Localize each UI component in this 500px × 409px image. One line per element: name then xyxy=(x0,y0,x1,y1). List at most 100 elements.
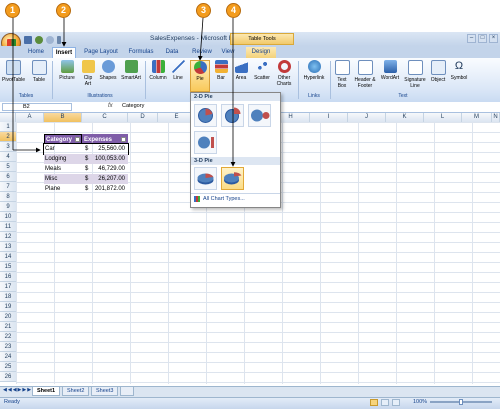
table-header-category[interactable]: Category xyxy=(44,134,82,144)
tab-formulas[interactable]: Formulas xyxy=(126,47,156,58)
page-layout-view-icon[interactable] xyxy=(381,399,389,406)
row-header[interactable]: 17 xyxy=(0,282,16,292)
row-header[interactable]: 7 xyxy=(0,182,16,192)
symbol-button[interactable]: Ω Symbol xyxy=(449,60,469,81)
column-header[interactable]: D xyxy=(128,113,158,122)
row-header[interactable]: 8 xyxy=(0,192,16,202)
customize-qat-icon[interactable] xyxy=(57,36,61,44)
name-box[interactable]: B2 xyxy=(2,103,72,111)
tab-view[interactable]: View xyxy=(218,47,238,58)
row-header[interactable]: 12 xyxy=(0,232,16,242)
row-header[interactable]: 16 xyxy=(0,272,16,282)
normal-view-icon[interactable] xyxy=(370,399,378,406)
gallery-bar-of-pie[interactable] xyxy=(194,131,217,154)
page-break-view-icon[interactable] xyxy=(392,399,400,406)
row-header[interactable]: 24 xyxy=(0,352,16,362)
category-cell[interactable]: Misc xyxy=(45,174,57,184)
wordart-button[interactable]: WordArt xyxy=(379,60,401,81)
bar-chart-button[interactable]: Bar xyxy=(212,60,230,81)
zoom-level[interactable]: 100% xyxy=(413,399,427,405)
gallery-exploded-3d-pie[interactable] xyxy=(221,167,244,190)
redo-icon[interactable] xyxy=(46,36,54,44)
picture-button[interactable]: Picture xyxy=(56,60,78,81)
expense-cell[interactable]: 25,560.00 xyxy=(98,144,125,154)
gallery-3d-pie[interactable] xyxy=(194,167,217,190)
pie-chart-button[interactable]: Pie xyxy=(190,60,210,92)
all-chart-types-link[interactable]: All Chart Types... xyxy=(203,196,245,202)
table-header-expenses[interactable]: Expenses xyxy=(82,134,128,144)
category-cell[interactable]: Meals xyxy=(45,164,61,174)
shapes-button[interactable]: Shapes xyxy=(98,60,118,81)
tab-data[interactable]: Data xyxy=(162,47,182,58)
column-header[interactable]: I xyxy=(310,113,348,122)
row-header[interactable]: 25 xyxy=(0,362,16,372)
filter-dropdown-icon[interactable] xyxy=(75,137,80,142)
select-all-corner[interactable] xyxy=(0,113,16,122)
minimize-button[interactable]: – xyxy=(467,34,476,43)
row-header[interactable]: 14 xyxy=(0,252,16,262)
gallery-pie[interactable] xyxy=(194,104,217,127)
row-header[interactable]: 19 xyxy=(0,302,16,312)
save-icon[interactable] xyxy=(24,36,32,44)
table-row[interactable]: Car $25,560.00 xyxy=(43,143,129,155)
column-header[interactable]: L xyxy=(424,113,462,122)
row-header[interactable]: 1 xyxy=(0,122,16,132)
sheet-tab-sheet2[interactable]: Sheet2 xyxy=(62,387,90,396)
tab-insert[interactable]: Insert xyxy=(52,47,76,58)
row-header[interactable]: 15 xyxy=(0,262,16,272)
row-header[interactable]: 23 xyxy=(0,342,16,352)
tab-home[interactable]: Home xyxy=(25,47,47,58)
category-cell[interactable]: Plane xyxy=(45,184,60,194)
scatter-chart-button[interactable]: Scatter xyxy=(252,60,272,81)
table-row[interactable]: Misc $26,207.00 xyxy=(44,174,128,184)
column-header[interactable]: B xyxy=(44,113,82,122)
pivottable-button[interactable]: PivotTable xyxy=(2,60,25,83)
header-footer-button[interactable]: Header & Footer xyxy=(353,60,377,89)
hyperlink-button[interactable]: Hyperlink xyxy=(301,60,327,81)
row-header[interactable]: 2 xyxy=(0,132,16,142)
smartart-button[interactable]: SmartArt xyxy=(120,60,142,81)
row-header[interactable]: 10 xyxy=(0,212,16,222)
column-header[interactable]: C xyxy=(82,113,128,122)
area-chart-button[interactable]: Area xyxy=(232,60,250,81)
expense-cell[interactable]: 26,207.00 xyxy=(98,174,125,184)
row-header[interactable]: 5 xyxy=(0,162,16,172)
text-box-button[interactable]: Text Box xyxy=(333,60,351,89)
row-header[interactable]: 20 xyxy=(0,312,16,322)
clip-art-button[interactable]: Clip Art xyxy=(80,60,96,87)
expense-cell[interactable]: 201,872.00 xyxy=(95,184,125,194)
formula-input[interactable]: Category xyxy=(122,103,144,109)
filter-dropdown-icon[interactable] xyxy=(121,137,126,142)
close-button[interactable]: × xyxy=(489,34,498,43)
insert-function-icon[interactable]: fx xyxy=(108,103,113,109)
column-header[interactable]: K xyxy=(386,113,424,122)
row-header[interactable]: 26 xyxy=(0,372,16,382)
column-header[interactable]: M xyxy=(462,113,492,122)
table-row[interactable]: Lodging $100,053.00 xyxy=(44,154,128,164)
row-header[interactable]: 6 xyxy=(0,172,16,182)
gallery-exploded-pie[interactable] xyxy=(221,104,244,127)
row-header[interactable]: 4 xyxy=(0,152,16,162)
tab-review[interactable]: Review xyxy=(190,47,214,58)
maximize-button[interactable]: □ xyxy=(478,34,487,43)
sheet-tab-sheet3[interactable]: Sheet3 xyxy=(91,387,119,396)
row-header[interactable]: 3 xyxy=(0,142,16,152)
table-row[interactable]: Plane $201,872.00 xyxy=(44,184,128,194)
row-header[interactable]: 11 xyxy=(0,222,16,232)
column-header[interactable]: A xyxy=(16,113,44,122)
signature-line-button[interactable]: Signature Line xyxy=(403,60,427,89)
tab-design[interactable]: Design xyxy=(246,47,276,58)
undo-icon[interactable] xyxy=(35,36,43,44)
sheet-tab-sheet1[interactable]: Sheet1 xyxy=(32,387,61,396)
table-row[interactable]: Meals $46,729.00 xyxy=(44,164,128,174)
insert-sheet-icon[interactable] xyxy=(120,387,134,396)
row-header[interactable]: 13 xyxy=(0,242,16,252)
column-header[interactable]: N xyxy=(492,113,500,122)
other-charts-button[interactable]: Other Charts xyxy=(274,60,294,87)
table-button[interactable]: Table xyxy=(30,60,48,83)
category-cell[interactable]: Car xyxy=(45,144,55,154)
column-header[interactable]: J xyxy=(348,113,386,122)
expense-cell[interactable]: 100,053.00 xyxy=(95,154,125,164)
row-header[interactable]: 9 xyxy=(0,202,16,212)
column-chart-button[interactable]: Column xyxy=(148,60,168,81)
